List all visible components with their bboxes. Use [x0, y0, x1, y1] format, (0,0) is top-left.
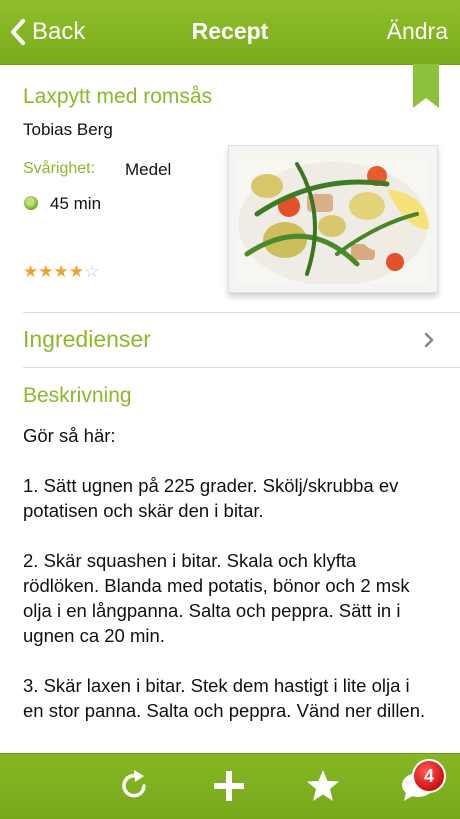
notification-badge: 4	[412, 759, 446, 793]
recipe-photo	[228, 145, 438, 293]
chevron-left-icon	[11, 19, 25, 45]
star-rating: ★ ★ ★ ★ ☆	[23, 263, 99, 280]
bookmark-icon[interactable]	[413, 64, 439, 108]
star-empty-icon: ☆	[84, 262, 100, 281]
star-filled-icon: ★	[53, 262, 69, 281]
edit-button[interactable]: Ändra	[387, 18, 448, 45]
navigation-bar: Back Recept Ändra	[0, 0, 460, 65]
recipe-title: Laxpytt med romsås	[23, 85, 213, 108]
chevron-right-icon	[424, 332, 434, 348]
difficulty-label: Svårighet:	[23, 160, 96, 177]
star-filled-icon: ★	[68, 262, 84, 281]
star-filled-icon: ★	[38, 262, 54, 281]
ingredients-row[interactable]: Ingredienser	[0, 313, 460, 367]
description-heading: Beskrivning	[23, 384, 132, 407]
bottom-toolbar	[0, 753, 460, 819]
clock-icon	[24, 196, 38, 210]
dish-image	[237, 154, 429, 284]
star-icon[interactable]	[305, 768, 341, 804]
star-filled-icon: ★	[23, 262, 39, 281]
divider	[23, 367, 460, 368]
ingredients-label: Ingredienser	[23, 326, 151, 352]
back-button[interactable]: Back	[10, 14, 85, 50]
recipe-author: Tobias Berg	[23, 120, 113, 139]
add-icon[interactable]	[211, 768, 247, 804]
description-text: Gör så här: 1. Sätt ugnen på 225 grader.…	[23, 425, 426, 721]
cooking-time: 45 min	[50, 194, 102, 213]
back-label: Back	[32, 18, 86, 45]
difficulty-value: Medel	[125, 160, 172, 179]
refresh-icon[interactable]	[116, 768, 152, 804]
